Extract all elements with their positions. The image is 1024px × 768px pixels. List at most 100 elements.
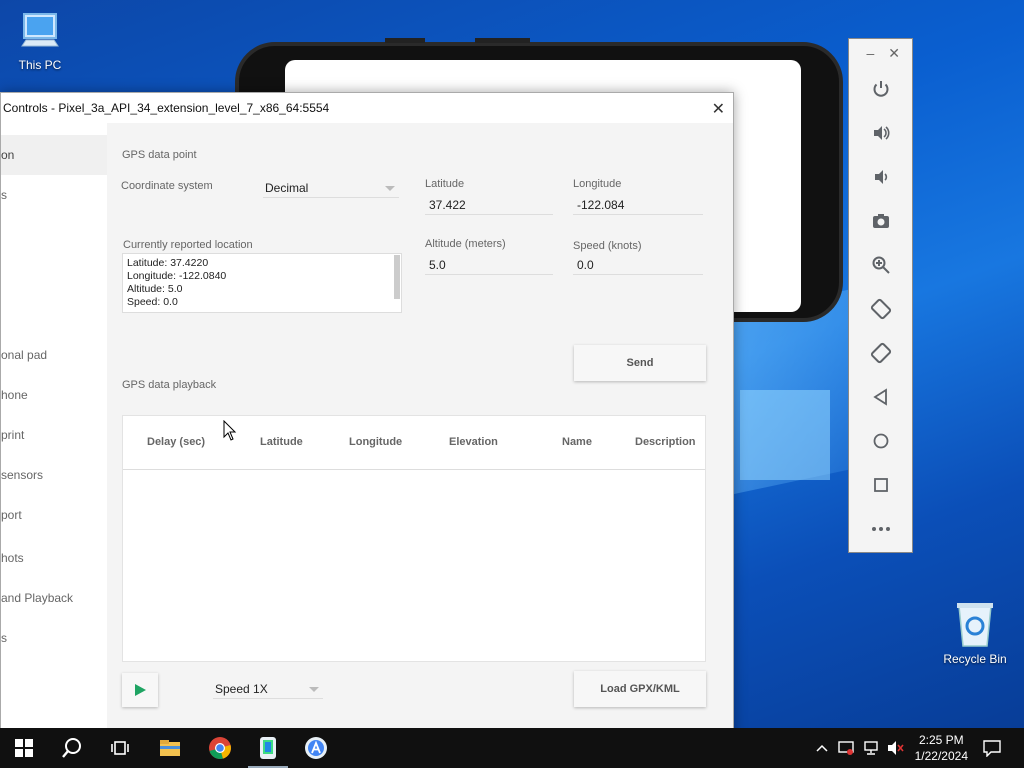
emulator-taskbar-button[interactable]: [244, 728, 292, 768]
sidebar-item-snapshots[interactable]: hots: [1, 538, 107, 578]
file-explorer-button[interactable]: [146, 728, 194, 768]
play-button[interactable]: [122, 673, 158, 707]
computer-icon: [21, 13, 59, 47]
sidebar-item-settings[interactable]: s: [1, 618, 107, 658]
android-studio-icon: [305, 737, 327, 759]
start-button[interactable]: [0, 728, 48, 768]
column-latitude[interactable]: Latitude: [260, 436, 303, 448]
column-elevation[interactable]: Elevation: [449, 436, 498, 448]
overview-square-icon: [873, 478, 888, 492]
latitude-label: Latitude: [425, 178, 465, 190]
altitude-input[interactable]: 5.0: [425, 256, 553, 275]
notification-icon: [983, 740, 1001, 757]
column-description[interactable]: Description: [635, 436, 696, 448]
sidebar-item-displays[interactable]: s: [1, 175, 107, 215]
reported-location-box: Latitude: 37.4220 Longitude: -122.0840 A…: [122, 253, 402, 313]
emulator-icon: [260, 737, 276, 759]
overview-button[interactable]: [849, 463, 912, 507]
task-view-icon: [111, 741, 129, 755]
zoom-in-icon: [872, 256, 890, 274]
chevron-down-icon: [385, 186, 395, 191]
tray-app-icon[interactable]: [837, 728, 855, 768]
power-button[interactable]: [849, 67, 912, 111]
latitude-input[interactable]: 37.422: [425, 196, 553, 215]
chevron-down-icon: [309, 687, 319, 692]
sidebar-item-bug-report[interactable]: port: [1, 495, 107, 535]
sidebar-item-record-and-playback[interactable]: and Playback: [1, 578, 107, 618]
sidebar-item-directional-pad[interactable]: onal pad: [1, 335, 107, 375]
zoom-button[interactable]: [849, 243, 912, 287]
task-view-button[interactable]: [96, 728, 144, 768]
device-volume-button: [385, 38, 425, 43]
reported-location-label: Currently reported location: [123, 239, 253, 251]
reported-speed: Speed: 0.0: [127, 296, 178, 308]
volume-up-button[interactable]: [849, 111, 912, 155]
rotate-right-button[interactable]: [849, 331, 912, 375]
minimize-icon[interactable]: –: [866, 45, 874, 61]
search-button[interactable]: [48, 728, 96, 768]
chrome-button[interactable]: [196, 728, 244, 768]
home-circle-icon: [873, 433, 888, 449]
tray-monitor-icon: [838, 741, 854, 755]
reported-location-scrollbar[interactable]: [394, 255, 400, 299]
window-title: Controls - Pixel_3a_API_34_extension_lev…: [3, 101, 330, 115]
windows-taskbar: 2:25 PM 1/22/2024: [0, 728, 1024, 768]
column-name[interactable]: Name: [562, 436, 592, 448]
column-longitude[interactable]: Longitude: [349, 436, 402, 448]
show-hidden-icons-button[interactable]: [815, 728, 829, 768]
column-delay[interactable]: Delay (sec): [147, 436, 205, 448]
clock-date: 1/22/2024: [914, 749, 968, 763]
screenshot-button[interactable]: [849, 199, 912, 243]
back-triangle-icon: [872, 388, 887, 406]
device-power-button: [475, 38, 530, 43]
toolbar-window-controls: – ✕: [849, 39, 912, 67]
rotate-left-button[interactable]: [849, 287, 912, 331]
speed-input[interactable]: 0.0: [573, 256, 703, 275]
rotate-left-icon: [870, 298, 891, 320]
android-studio-button[interactable]: [292, 728, 340, 768]
emulator-toolbar: – ✕: [848, 38, 913, 553]
playback-speed-select[interactable]: Speed 1X: [213, 680, 323, 699]
location-panel: GPS data point Coordinate system Decimal…: [107, 123, 733, 743]
play-icon: [135, 684, 146, 696]
sidebar-item-fingerprint[interactable]: print: [1, 415, 107, 455]
desktop-icon-label: This PC: [18, 58, 62, 72]
desktop-icon-recycle-bin[interactable]: Recycle Bin: [935, 600, 1015, 666]
volume-muted-icon: [888, 741, 904, 755]
close-icon[interactable]: ✕: [888, 45, 900, 62]
desktop-icon-label: Recycle Bin: [943, 652, 1007, 666]
volume-button[interactable]: [886, 728, 906, 768]
send-button[interactable]: Send: [574, 345, 706, 381]
window-titlebar[interactable]: Controls - Pixel_3a_API_34_extension_lev…: [1, 93, 733, 123]
desktop-icon-this-pc[interactable]: This PC: [0, 10, 80, 72]
notifications-button[interactable]: [982, 728, 1002, 768]
home-button[interactable]: [849, 419, 912, 463]
chrome-icon: [209, 737, 231, 759]
rotate-right-icon: [870, 342, 891, 364]
window-close-button[interactable]: ✕: [712, 99, 725, 119]
volume-down-icon: [874, 170, 887, 184]
more-dots-icon: [871, 527, 890, 531]
mouse-cursor-icon: [223, 420, 237, 441]
load-gpx-kml-button[interactable]: Load GPX/KML: [574, 671, 706, 707]
power-icon: [873, 81, 888, 97]
more-button[interactable]: [849, 507, 912, 551]
coordinate-system-label: Coordinate system: [121, 180, 213, 192]
network-button[interactable]: [862, 728, 880, 768]
sidebar-item-location[interactable]: on: [1, 135, 107, 175]
extended-controls-window: Controls - Pixel_3a_API_34_extension_lev…: [0, 92, 734, 743]
reported-longitude: Longitude: -122.0840: [127, 270, 227, 282]
search-icon: [62, 738, 81, 758]
taskbar-clock[interactable]: 2:25 PM 1/22/2024: [915, 732, 968, 764]
longitude-input[interactable]: -122.084: [573, 196, 703, 215]
volume-down-button[interactable]: [849, 155, 912, 199]
sidebar-item-cellular[interactable]: [1, 211, 107, 251]
coordinate-system-value: Decimal: [265, 181, 309, 195]
volume-up-icon: [873, 126, 890, 140]
sidebar-item-phone[interactable]: hone: [1, 375, 107, 415]
longitude-label: Longitude: [573, 178, 622, 190]
sidebar-item-virtual-sensors[interactable]: sensors: [1, 455, 107, 495]
back-button[interactable]: [849, 375, 912, 419]
wallpaper-light-pane: [740, 390, 830, 480]
coordinate-system-select[interactable]: Decimal: [263, 179, 399, 198]
